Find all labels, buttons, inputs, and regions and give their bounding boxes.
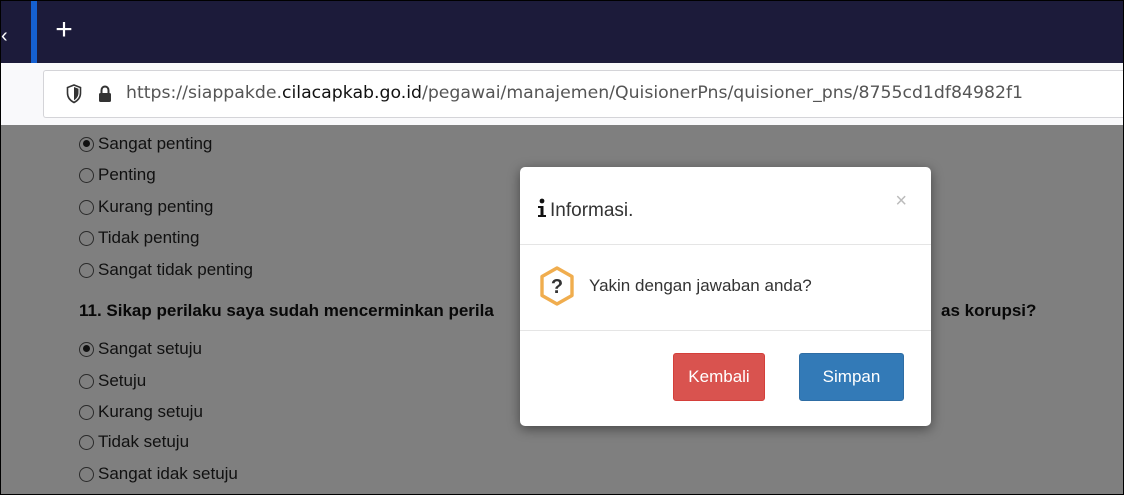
kembali-button[interactable]: Kembali	[673, 353, 765, 401]
address-bar[interactable]: https://siappakde.cilacapkab.go.id/pegaw…	[43, 70, 1123, 118]
svg-text:?: ?	[551, 276, 563, 298]
url-prefix: https://siappakde.	[126, 83, 282, 103]
new-tab-button[interactable]: +	[49, 13, 79, 49]
close-icon[interactable]: ×	[895, 191, 907, 211]
simpan-button[interactable]: Simpan	[799, 353, 904, 401]
navigation-bar: https://siappakde.cilacapkab.go.id/pegaw…	[1, 63, 1123, 125]
browser-window: ‹ + https://siappakde.cilacapkab.go.id/p…	[0, 0, 1124, 495]
url-host: cilacapkab.go.id	[281, 83, 422, 103]
active-tab-indicator	[31, 1, 37, 63]
info-icon	[538, 198, 546, 217]
shield-icon[interactable]	[66, 84, 82, 104]
confirm-dialog: Informasi. × ? Yakin dengan jawaban anda…	[520, 167, 931, 426]
question-hexagon-icon: ?	[540, 266, 574, 306]
tab-strip: ‹ +	[1, 1, 1123, 63]
dialog-header: Informasi. ×	[520, 167, 931, 245]
lock-icon[interactable]	[98, 85, 112, 103]
url-path: /pegawai/manajemen/QuisionerPns/quisione…	[422, 83, 1024, 103]
url-text[interactable]: https://siappakde.cilacapkab.go.id/pegaw…	[126, 83, 1023, 103]
tab-scroll-left[interactable]: ‹	[1, 21, 21, 51]
dialog-body: ? Yakin dengan jawaban anda?	[520, 245, 931, 331]
dialog-title: Informasi.	[550, 200, 634, 221]
dialog-message: Yakin dengan jawaban anda?	[589, 276, 812, 295]
